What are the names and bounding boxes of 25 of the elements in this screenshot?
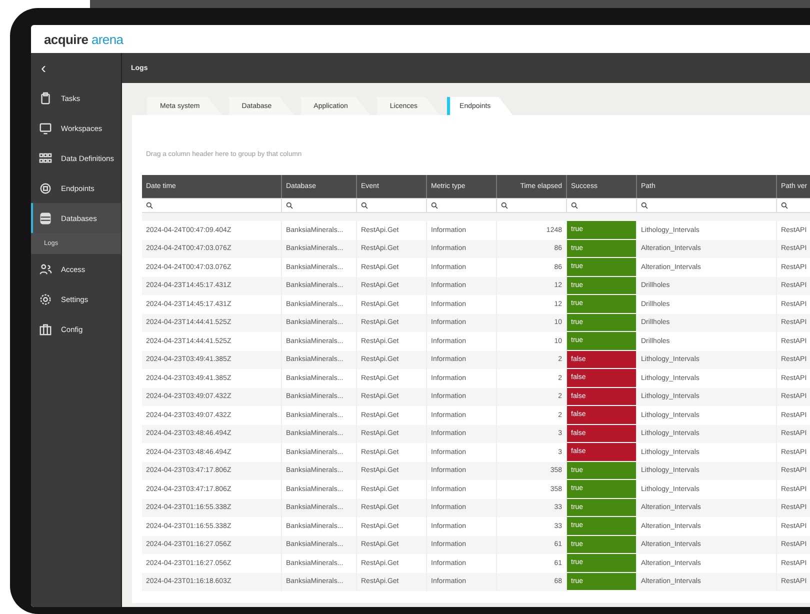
back-button[interactable]: ‹ [31, 60, 56, 76]
search-icon [146, 202, 153, 209]
gear-icon [39, 292, 52, 306]
filter-field[interactable] [567, 199, 636, 212]
search-icon [431, 202, 438, 209]
filter-field[interactable] [357, 199, 426, 212]
search-icon [571, 202, 578, 209]
filter-field[interactable] [497, 199, 566, 212]
logo: acquire arena [44, 32, 124, 46]
clipboard-icon [39, 92, 52, 104]
people-icon [39, 262, 52, 276]
search-icon [641, 202, 648, 209]
filter-field[interactable] [427, 199, 496, 212]
filter-field[interactable] [637, 199, 776, 212]
search-icon [361, 202, 368, 209]
monitor-icon [39, 122, 52, 134]
filter-field[interactable] [282, 199, 356, 212]
database-icon [39, 212, 52, 224]
chip-icon [39, 182, 52, 194]
search-icon [286, 202, 293, 209]
case-icon [39, 322, 52, 336]
grid-icon [39, 152, 52, 164]
search-icon [781, 202, 788, 209]
search-icon [501, 202, 508, 209]
filter-field[interactable] [142, 199, 281, 212]
